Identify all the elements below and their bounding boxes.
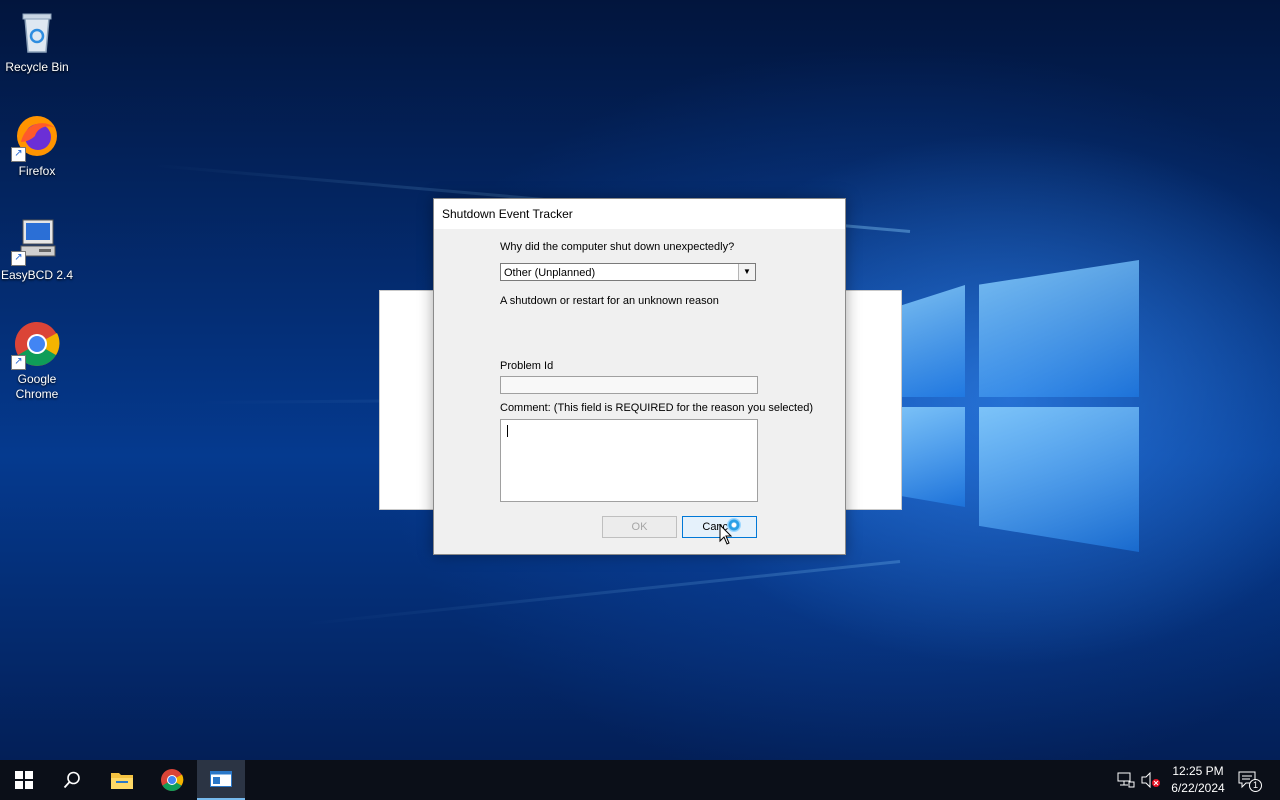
notification-count-badge: 1 bbox=[1249, 779, 1262, 792]
taskbar-chrome[interactable] bbox=[148, 760, 196, 800]
easybcd-icon: ↗ bbox=[11, 216, 61, 266]
problem-id-label: Problem Id bbox=[500, 360, 554, 372]
search-button[interactable] bbox=[48, 760, 96, 800]
shutdown-event-tracker-dialog: Shutdown Event Tracker Why did the compu… bbox=[433, 198, 846, 555]
desktop-icon-chrome[interactable]: ↗ Google Chrome bbox=[0, 320, 74, 402]
shutdown-tracker-icon bbox=[210, 771, 232, 787]
volume-muted-icon bbox=[1141, 771, 1160, 789]
desktop-icon-label: Firefox bbox=[18, 164, 56, 178]
shutdown-reason-dropdown[interactable]: Other (Unplanned) ▼ bbox=[500, 263, 756, 281]
shutdown-reason-value: Other (Unplanned) bbox=[504, 267, 596, 279]
search-icon bbox=[63, 771, 80, 789]
shortcut-arrow-icon: ↗ bbox=[11, 147, 26, 162]
taskbar: 12:25 PM 6/22/2024 1 bbox=[0, 760, 1280, 800]
start-icon bbox=[15, 771, 33, 789]
chevron-down-icon[interactable]: ▼ bbox=[738, 264, 755, 280]
network-icon bbox=[1117, 772, 1135, 788]
clock-time: 12:25 PM bbox=[1172, 764, 1224, 778]
reason-description: A shutdown or restart for an unknown rea… bbox=[500, 295, 719, 307]
volume-status[interactable] bbox=[1141, 760, 1161, 800]
start-button[interactable] bbox=[0, 760, 48, 800]
shutdown-question-label: Why did the computer shut down unexpecte… bbox=[500, 241, 735, 253]
clock-date: 6/22/2024 bbox=[1171, 781, 1225, 795]
chrome-icon bbox=[161, 769, 184, 791]
desktop-icon-firefox[interactable]: ↗ Firefox bbox=[0, 112, 74, 178]
comment-textarea[interactable] bbox=[500, 419, 758, 502]
firefox-icon: ↗ bbox=[11, 112, 61, 162]
taskbar-shutdown-tracker[interactable] bbox=[197, 760, 245, 800]
wallpaper-windows-logo bbox=[895, 255, 1140, 555]
desktop-icon-label: Recycle Bin bbox=[5, 60, 69, 74]
desktop-icon-label: Google Chrome bbox=[15, 372, 59, 401]
mouse-pointer-icon bbox=[719, 524, 733, 545]
wallpaper-beam bbox=[303, 560, 901, 626]
system-clock[interactable]: 12:25 PM 6/22/2024 bbox=[1160, 763, 1236, 797]
dialog-title: Shutdown Event Tracker bbox=[434, 199, 845, 229]
chrome-icon: ↗ bbox=[11, 320, 61, 370]
desktop-icon-recycle-bin[interactable]: Recycle Bin bbox=[0, 8, 74, 74]
desktop-icon-easybcd[interactable]: ↗ EasyBCD 2.4 bbox=[0, 216, 74, 282]
taskbar-file-explorer[interactable] bbox=[98, 760, 146, 800]
text-caret bbox=[507, 425, 508, 437]
problem-id-input[interactable] bbox=[500, 376, 758, 394]
action-center-button[interactable]: 1 bbox=[1238, 760, 1262, 800]
network-status[interactable] bbox=[1117, 760, 1135, 800]
ok-button[interactable]: OK bbox=[602, 516, 677, 538]
desktop-icon-label: EasyBCD 2.4 bbox=[0, 268, 74, 282]
file-explorer-icon bbox=[111, 773, 133, 789]
recycle-bin-icon bbox=[13, 8, 61, 56]
shortcut-arrow-icon: ↗ bbox=[11, 251, 26, 266]
comment-label: Comment: (This field is REQUIRED for the… bbox=[500, 402, 814, 414]
shortcut-arrow-icon: ↗ bbox=[11, 355, 26, 370]
